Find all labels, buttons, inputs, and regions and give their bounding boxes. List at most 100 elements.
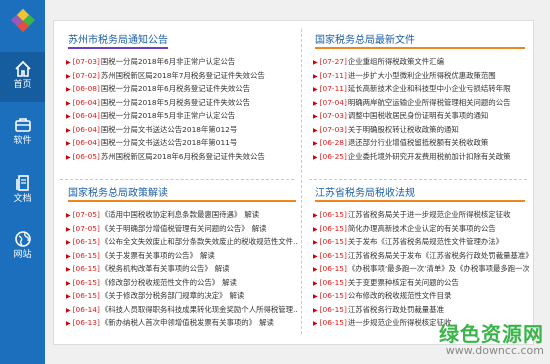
- panel-title-underline: [68, 200, 296, 202]
- home-icon: [14, 60, 31, 77]
- list-item[interactable]: ▶ [07-03]关于明确股权转让税收政策的通知: [313, 123, 529, 137]
- software-icon: [14, 118, 31, 132]
- bullet-arrow-icon: ▶: [66, 140, 71, 147]
- list-item[interactable]: ▶ [06-15]关于发布《江苏省税务局规范性文件管理办法》: [313, 235, 529, 249]
- sidebar-item-software[interactable]: 软件: [0, 108, 45, 158]
- sidebar-item-document[interactable]: 文档: [0, 166, 45, 216]
- divider-horizontal-right: [309, 179, 527, 180]
- bullet-arrow-icon: ▶: [313, 252, 318, 260]
- sidebar-item-website[interactable]: 网站: [0, 222, 45, 272]
- document-icon: [15, 175, 29, 191]
- list-item[interactable]: ▶ [06-14]《科技人员取得职务科技成果转化现金奖励个人所得税管理…: [66, 303, 298, 317]
- bullet-arrow-icon: ▶: [313, 293, 318, 300]
- regulation-list: ▶ [06-15]江苏省税务局关于进一步规范企业所得税核定征收 ▶ [06-15]简…: [313, 208, 529, 330]
- list-item[interactable]: ▶ [07-05]《适用中国税收协定利息条款最惠国待遇》 解读: [66, 208, 298, 222]
- bullet-arrow-icon: ▶: [66, 225, 71, 233]
- list-item[interactable]: ▶ [07-03]调整中国税收居民身份证明有关事项的通知: [313, 109, 529, 123]
- panel-title-underline: [315, 47, 525, 49]
- panel-title: 江苏省税务局税收法规: [315, 188, 415, 199]
- bullet-arrow-icon: ▶: [66, 252, 71, 260]
- list-item[interactable]: ▶ [06-15]江苏省税务行政处罚裁量基准: [313, 303, 529, 317]
- bullet-arrow-icon: ▶: [313, 306, 318, 314]
- list-item[interactable]: ▶ [06-15]《关于修改部分税务部门规章的决定》 解读: [66, 289, 298, 303]
- list-item[interactable]: ▶ [07-27]企业重组所得税政策文件汇编: [313, 55, 529, 69]
- panel-title: 国家税务总局最新文件: [315, 35, 415, 46]
- notice-list: ▶ [07-03]国税一分局2018年6月非正常户认定公告 ▶ [07-02]苏州国…: [66, 55, 298, 163]
- bullet-arrow-icon: ▶: [313, 86, 318, 93]
- bullet-arrow-icon: ▶: [313, 59, 318, 66]
- bullet-arrow-icon: ▶: [66, 113, 71, 120]
- bullet-arrow-icon: ▶: [313, 279, 318, 287]
- list-item[interactable]: ▶ [06-15]关于变更票种核定有关问题的公告: [313, 276, 529, 290]
- list-item[interactable]: ▶ [06-15]《公布全文失效废止和部分条款失效废止的税收规范性文件…: [66, 235, 298, 249]
- bullet-arrow-icon: ▶: [313, 266, 318, 273]
- bullet-arrow-icon: ▶: [66, 86, 71, 93]
- interpretation-list: ▶ [07-05]《适用中国税收协定利息条款最惠国待遇》 解读 ▶ [07-05]《关…: [66, 208, 298, 330]
- bullet-arrow-icon: ▶: [66, 266, 71, 273]
- divider-horizontal-left: [60, 179, 294, 180]
- list-item[interactable]: ▶ [06-15]简化办理高新技术企业认定的有关事项的公告: [313, 222, 529, 236]
- list-item[interactable]: ▶ [06-08]国税一分局2018年6月税务登记证件失效公告: [66, 82, 298, 96]
- bullet-arrow-icon: ▶: [313, 99, 318, 107]
- bullet-arrow-icon: ▶: [66, 126, 71, 134]
- bullet-arrow-icon: ▶: [66, 320, 71, 327]
- bullet-arrow-icon: ▶: [313, 113, 318, 120]
- list-item[interactable]: ▶[06-15]《办税事项‘最多跑一次’清单》及《办税事项最多跑一次清单》: [313, 262, 529, 276]
- panel-state-tax-latest-docs: 国家税务总局最新文件 ▶ [07-27]企业重组所得税政策文件汇编 ▶ [07-11…: [307, 31, 529, 177]
- bullet-arrow-icon: ▶: [66, 293, 71, 300]
- list-item[interactable]: ▶ [06-04]国税一分局2018年5月非正常户认定公告: [66, 109, 298, 123]
- list-item[interactable]: ▶ [07-11]延长高新技术企业和科技型中小企业亏损结转年限: [313, 82, 529, 96]
- bullet-arrow-icon: ▶: [313, 212, 318, 219]
- bullet-arrow-icon: ▶: [66, 72, 71, 80]
- bullet-arrow-icon: ▶: [66, 59, 71, 66]
- list-item[interactable]: ▶ [06-04]国税一分局文书送达公告2018年第011号: [66, 136, 298, 150]
- panel-title: 苏州市税务局通知公告: [68, 35, 168, 46]
- list-item[interactable]: ▶ [07-11]进一步扩大小型微利企业所得税优惠政策范围: [313, 69, 529, 83]
- list-item[interactable]: ▶ [07-02]苏州国税新区局2018年7月税务登记证件失效公告: [66, 69, 298, 83]
- bullet-arrow-icon: ▶: [66, 279, 71, 287]
- list-item[interactable]: ▶ [06-25]企业委托境外研究开发费用税前加计扣除有关政策: [313, 150, 529, 164]
- list-item[interactable]: ▶ [06-13]《新办纳税人首次申领增值税发票有关事项的》 解读: [66, 316, 298, 330]
- main-content: 苏州市税务局通知公告 ▶ [07-03]国税一分局2018年6月非正常户认定公告 …: [53, 20, 534, 345]
- bullet-arrow-icon: ▶: [313, 126, 318, 134]
- sidebar-item-label: 网站: [13, 250, 32, 260]
- panel-policy-interpretation: 国家税务总局政策解读 ▶ [07-05]《适用中国税收协定利息条款最惠国待遇》 解读…: [60, 184, 298, 342]
- list-item[interactable]: ▶ [06-15]江苏省税务局关于发布《江苏省税务行政处罚裁量基准》: [313, 249, 529, 263]
- bullet-arrow-icon: ▶: [66, 99, 71, 107]
- panel-suzhou-notices: 苏州市税务局通知公告 ▶ [07-03]国税一分局2018年6月非正常户认定公告 …: [60, 31, 296, 177]
- panel-title-underline: [315, 200, 525, 202]
- watermark: 绿色资源网 www.downcc.com: [439, 318, 544, 357]
- list-item[interactable]: ▶ [06-05]苏州国税新区局2018年6月税务登记证件失效公告: [66, 150, 298, 164]
- bullet-arrow-icon: ▶: [66, 153, 71, 161]
- bullet-arrow-icon: ▶: [313, 153, 318, 161]
- list-item[interactable]: ▶ [06-15]《税务机构改革有关事项的公告》 解读: [66, 262, 298, 276]
- watermark-text: 绿色资源网: [439, 322, 544, 346]
- sidebar-item-label: 软件: [13, 136, 32, 146]
- bullet-arrow-icon: ▶: [313, 320, 318, 327]
- list-item[interactable]: ▶ [06-15]《关于发票有关事项的公告》 解读: [66, 249, 298, 263]
- bullet-arrow-icon: ▶: [313, 225, 318, 233]
- sidebar-item-home[interactable]: 首页: [0, 52, 45, 102]
- watermark-url: www.downcc.com: [445, 344, 544, 357]
- document-list: ▶ [07-27]企业重组所得税政策文件汇编 ▶ [07-11]进一步扩大小型微利企…: [313, 55, 529, 163]
- panel-title-underline: [68, 47, 168, 49]
- divider-vertical: [301, 29, 302, 334]
- bullet-arrow-icon: ▶: [66, 306, 71, 314]
- list-item[interactable]: ▶ [06-15]江苏省税务局关于进一步规范企业所得税核定征收: [313, 208, 529, 222]
- list-item[interactable]: ▶ [06-15]《修改部分税收规范性文件的公告》 解读: [66, 276, 298, 290]
- list-item[interactable]: ▶ [06-28]退还部分行业增值税留抵税额有关税收政策: [313, 136, 529, 150]
- list-item[interactable]: ▶ [07-03]国税一分局2018年6月非正常户认定公告: [66, 55, 298, 69]
- website-icon: [14, 231, 31, 247]
- bullet-arrow-icon: ▶: [66, 239, 71, 246]
- list-item[interactable]: ▶ [06-04]国税一分局文书送达公告2018年第012号: [66, 123, 298, 137]
- list-item[interactable]: ▶ [07-04]明确两岸航空运输企业所得税管理相关问题的公告: [313, 96, 529, 110]
- panel-title: 国家税务总局政策解读: [68, 188, 168, 199]
- bullet-arrow-icon: ▶: [313, 140, 318, 147]
- list-item[interactable]: ▶ [06-04]国税一分局2018年5月税务登记证件失效公告: [66, 96, 298, 110]
- bullet-arrow-icon: ▶: [313, 239, 318, 246]
- list-item[interactable]: ▶ [07-05]《关于明确部分增值税管理有关问题的公告》 解读: [66, 222, 298, 236]
- bullet-arrow-icon: ▶: [66, 212, 71, 219]
- sidebar-item-label: 首页: [13, 80, 32, 90]
- list-item[interactable]: ▶ [06-15]公布修改的税收规范性文件目录: [313, 289, 529, 303]
- app-logo-icon: [11, 8, 35, 32]
